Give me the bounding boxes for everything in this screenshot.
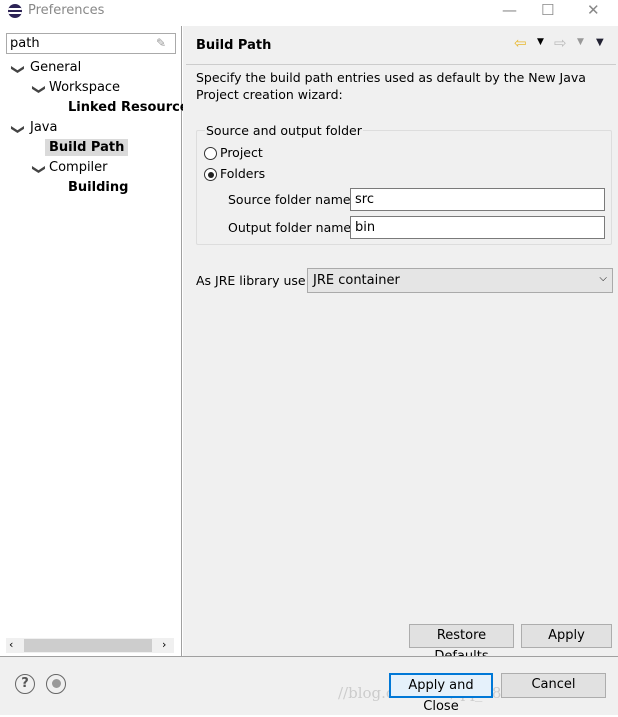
scroll-left-icon[interactable]: ‹ [9,638,13,651]
close-button[interactable]: ✕ [587,1,600,19]
tree-item-linked-resources[interactable]: Linked Resources [68,100,196,115]
project-radio-label[interactable]: Project [220,145,263,160]
header-divider [186,64,616,65]
import-export-icon[interactable] [46,674,66,694]
page-title: Build Path [196,38,272,53]
tree-item-build-path[interactable]: Build Path [45,139,129,156]
eclipse-logo-icon [8,4,22,18]
tree-horizontal-scrollbar[interactable]: ‹ › [6,638,174,653]
forward-dropdown-icon[interactable]: ▼ [577,37,584,47]
view-menu-icon[interactable]: ▼ [596,37,604,48]
group-title: Source and output folder [205,123,363,138]
expand-java-icon[interactable]: ❯ [10,124,25,135]
source-folder-label: Source folder name: [228,192,355,207]
jre-library-value: JRE container [313,273,400,288]
tree-item-general[interactable]: General [30,60,81,75]
filter-input[interactable] [6,33,176,54]
tree-item-building[interactable]: Building [68,180,128,195]
expand-compiler-icon[interactable]: ❯ [31,164,46,175]
source-folder-input[interactable] [350,188,605,211]
output-folder-label: Output folder name: [228,220,356,235]
cancel-button[interactable]: Cancel [501,673,606,698]
folders-radio[interactable] [204,168,217,181]
scrollbar-thumb[interactable] [24,639,152,652]
restore-defaults-button[interactable]: Restore Defaults [409,624,514,664]
jre-library-select[interactable]: JRE container ⌵ [307,268,613,293]
maximize-button[interactable]: ☐ [541,1,554,19]
chevron-down-icon: ⌵ [599,273,607,284]
window-title: Preferences [28,3,105,18]
page-description: Specify the build path entries used as d… [196,70,586,102]
tree-item-workspace[interactable]: Workspace [49,80,120,95]
tree-item-compiler[interactable]: Compiler [49,160,108,175]
back-arrow-icon[interactable]: ⇦ [514,34,527,52]
forward-arrow-icon[interactable]: ⇨ [554,34,567,52]
jre-library-label: As JRE library use: [196,273,310,288]
preference-page [183,26,618,656]
tree-item-java[interactable]: Java [30,120,57,135]
preferences-tree-panel [0,26,182,656]
expand-general-icon[interactable]: ❯ [10,64,25,75]
output-folder-input[interactable] [350,216,605,239]
scroll-right-icon[interactable]: › [162,638,166,651]
clear-filter-icon[interactable]: ✎ [156,36,166,50]
apply-and-close-button[interactable]: Apply and Close [389,673,493,714]
minimize-button[interactable]: — [502,1,517,19]
back-dropdown-icon[interactable]: ▼ [537,37,544,47]
apply-button[interactable]: Apply [521,624,612,648]
help-icon[interactable]: ? [15,674,35,694]
project-radio[interactable] [204,147,217,160]
folders-radio-label[interactable]: Folders [220,166,265,181]
expand-workspace-icon[interactable]: ❯ [31,84,46,95]
